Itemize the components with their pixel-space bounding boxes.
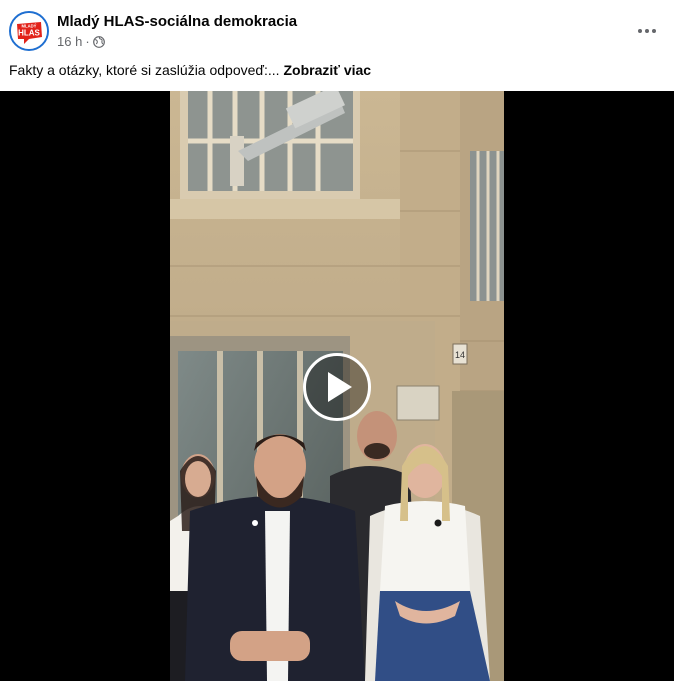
post-meta: 16 h · [57,34,105,49]
see-more-link[interactable]: Zobraziť viac [283,62,371,78]
post-caption: Fakty a otázky, ktoré si zaslúžia odpove… [9,61,659,80]
page-name-link[interactable]: Mladý HLAS-sociálna demokracia [57,13,297,30]
hlas-logo-icon: MLADÝ HLAS [11,13,47,49]
video-player[interactable]: 14 [0,91,674,681]
globe-icon[interactable] [92,35,105,48]
post-header: MLADÝ HLAS Mladý HLAS-sociálna demokraci… [0,0,674,58]
page-avatar[interactable]: MLADÝ HLAS [9,11,49,51]
play-icon [328,372,352,402]
avatar-logo-line2: HLAS [18,29,40,38]
building-number-sign: 14 [455,350,465,360]
more-options-button[interactable] [630,14,664,48]
more-horizontal-icon [638,29,656,33]
caption-text: Fakty a otázky, ktoré si zaslúžia odpove… [9,62,280,78]
facebook-post: MLADÝ HLAS Mladý HLAS-sociálna demokraci… [0,0,674,681]
meta-separator: · [85,34,90,49]
post-timestamp[interactable]: 16 h [57,34,82,49]
play-button[interactable] [303,353,371,421]
